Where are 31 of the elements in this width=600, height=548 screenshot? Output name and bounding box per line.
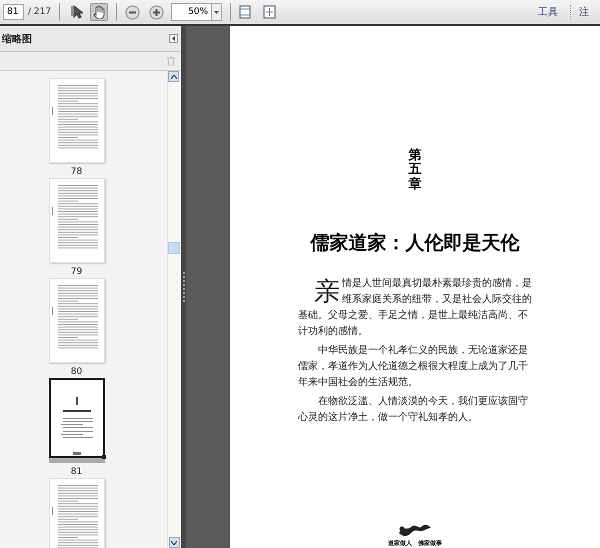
- panel-title: 缩略图: [2, 32, 32, 46]
- dragon-logo-drawing: [397, 523, 433, 537]
- toolbar-menu-item[interactable]: 注: [570, 5, 597, 19]
- hand-tool-button[interactable]: [90, 3, 108, 21]
- paragraph: 在物欲泛滥、人情淡漠的今天，我们更应该固守心灵的这片净土，做一个守礼知孝的人。: [298, 394, 529, 425]
- page-label: 81: [70, 467, 82, 477]
- collapse-panel-button[interactable]: [169, 34, 178, 43]
- page-label: 80: [70, 367, 82, 377]
- caret-icon: [171, 540, 177, 544]
- chapter-heading: 第五章: [408, 149, 422, 192]
- cursor-icon: [71, 5, 84, 19]
- page-label: 79: [70, 267, 82, 277]
- zoom-field[interactable]: 50%: [171, 3, 212, 21]
- toolbar-menu-item[interactable]: 工具: [530, 5, 566, 19]
- page-count: / 217: [28, 7, 52, 17]
- page-number-field[interactable]: 81: [3, 4, 24, 20]
- paragraph: 中华民族是一个礼孝仁义的民族，无论道家还是儒家，孝道作为人伦道德之根很大程度上成为了几千年来中国社会的生活规范。: [298, 344, 529, 390]
- page-label: 78: [70, 167, 82, 177]
- chapter-title: 儒家道家：人伦即是天伦: [310, 230, 520, 256]
- caret-icon: [214, 10, 220, 14]
- caret-icon: [170, 74, 176, 78]
- scroll-up-button[interactable]: [168, 71, 179, 82]
- caret-icon: [172, 36, 175, 41]
- zoom-out-icon[interactable]: [125, 4, 140, 20]
- zoom-dropdown-button[interactable]: [211, 3, 222, 21]
- hand-icon: [92, 5, 106, 19]
- fit-width-icon[interactable]: [239, 5, 252, 19]
- scroll-down-button[interactable]: [168, 537, 180, 548]
- zoom-in-icon[interactable]: [149, 4, 164, 20]
- fit-page-icon[interactable]: [263, 5, 276, 19]
- scrollbar-thumb[interactable]: [168, 242, 180, 254]
